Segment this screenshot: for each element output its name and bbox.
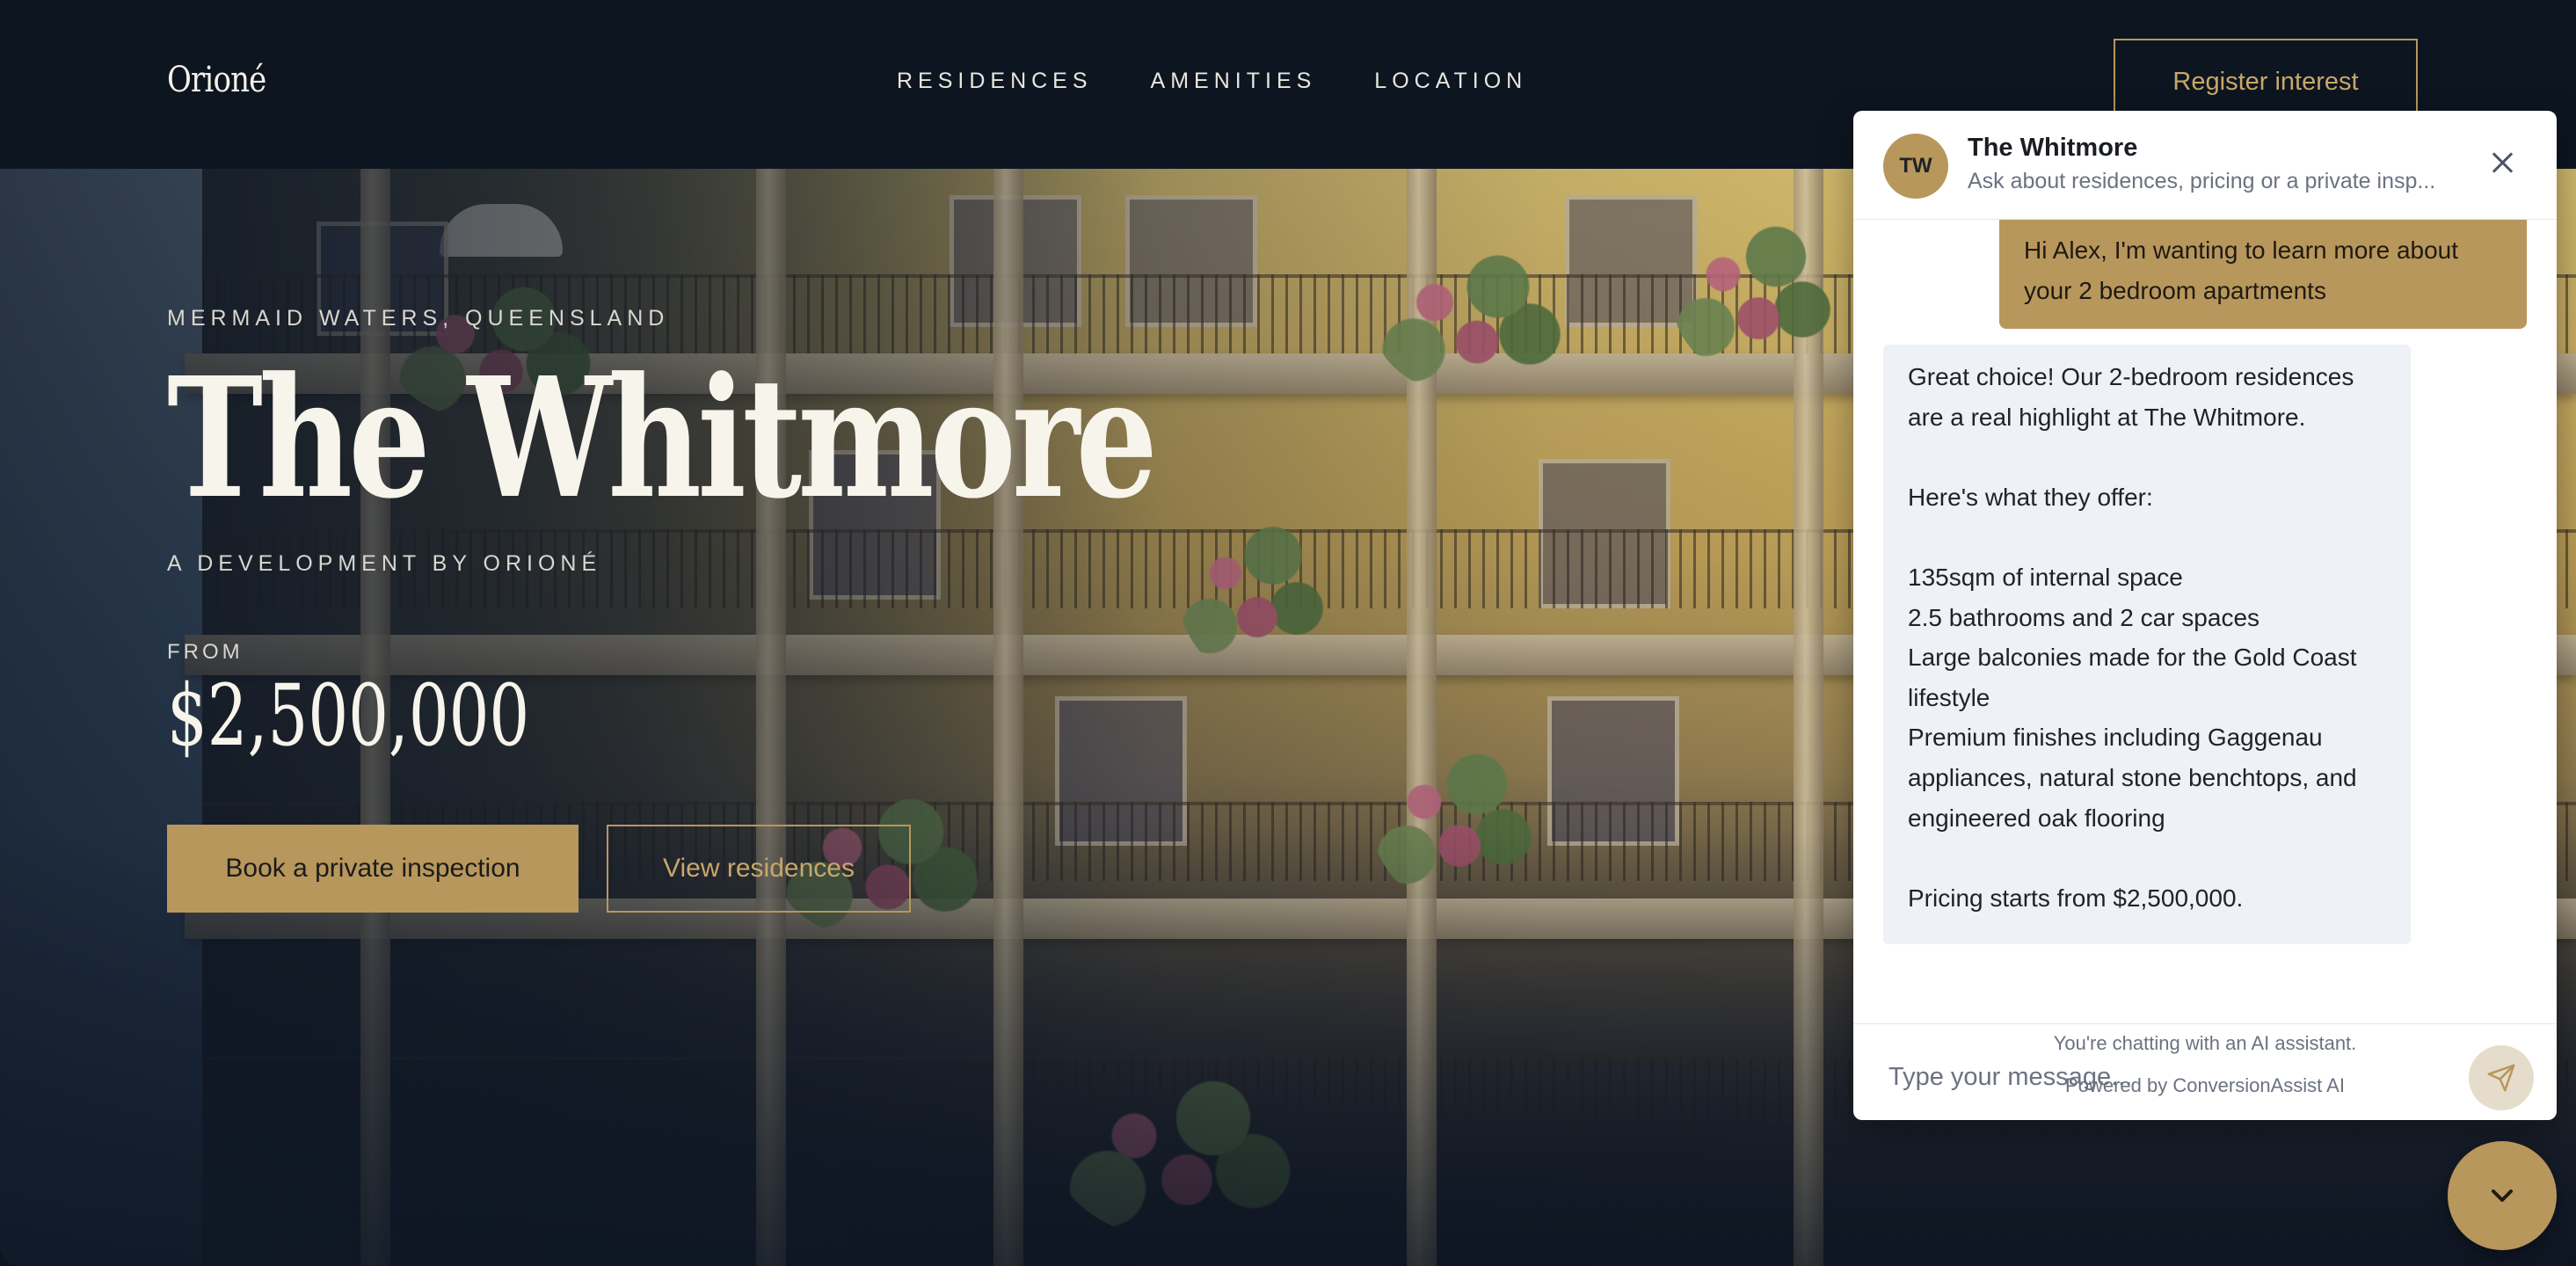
nav-residences[interactable]: RESIDENCES xyxy=(897,69,1093,94)
hero-actions: Book a private inspection View residence… xyxy=(167,825,911,913)
price-from-label: FROM xyxy=(167,640,244,664)
chat-toggle-button[interactable] xyxy=(2448,1141,2557,1250)
powered-by-label: Powered by ConversionAssist AI xyxy=(2065,1074,2345,1096)
nav-location[interactable]: LOCATION xyxy=(1374,69,1527,94)
chevron-down-icon xyxy=(2492,1190,2513,1202)
nav-amenities[interactable]: AMENITIES xyxy=(1151,69,1317,94)
chat-avatar: TW xyxy=(1883,134,1948,199)
hero-location: MERMAID WATERS, QUEENSLAND xyxy=(167,306,670,331)
hero-developer: A DEVELOPMENT BY ORIONÉ xyxy=(167,551,602,576)
ai-disclaimer: You're chatting with an AI assistant. xyxy=(2053,1032,2357,1054)
chat-subtitle: Ask about residences, pricing or a priva… xyxy=(1968,169,2436,193)
main-nav: RESIDENCES AMENITIES LOCATION xyxy=(897,69,1527,94)
chat-title: The Whitmore xyxy=(1968,134,2138,162)
chat-messages[interactable]: Hi Alex, I'm wanting to learn more about… xyxy=(1853,220,2557,1023)
brand-logo[interactable]: Orioné xyxy=(167,60,266,100)
assistant-message: Great choice! Our 2-bedroom residences a… xyxy=(1883,345,2411,945)
book-inspection-button[interactable]: Book a private inspection xyxy=(167,825,579,913)
chat-header: TW The Whitmore Ask about residences, pr… xyxy=(1853,111,2557,220)
hero-title: The Whitmore xyxy=(167,341,1158,535)
hero-price: $2,500,000 xyxy=(167,666,530,765)
user-message: Hi Alex, I'm wanting to learn more about… xyxy=(1999,220,2527,329)
hero-content: MERMAID WATERS, QUEENSLAND The Whitmore … xyxy=(167,306,1158,765)
close-icon[interactable] xyxy=(2490,149,2516,176)
view-residences-button[interactable]: View residences xyxy=(607,825,911,913)
chat-widget: TW The Whitmore Ask about residences, pr… xyxy=(1853,111,2557,1120)
